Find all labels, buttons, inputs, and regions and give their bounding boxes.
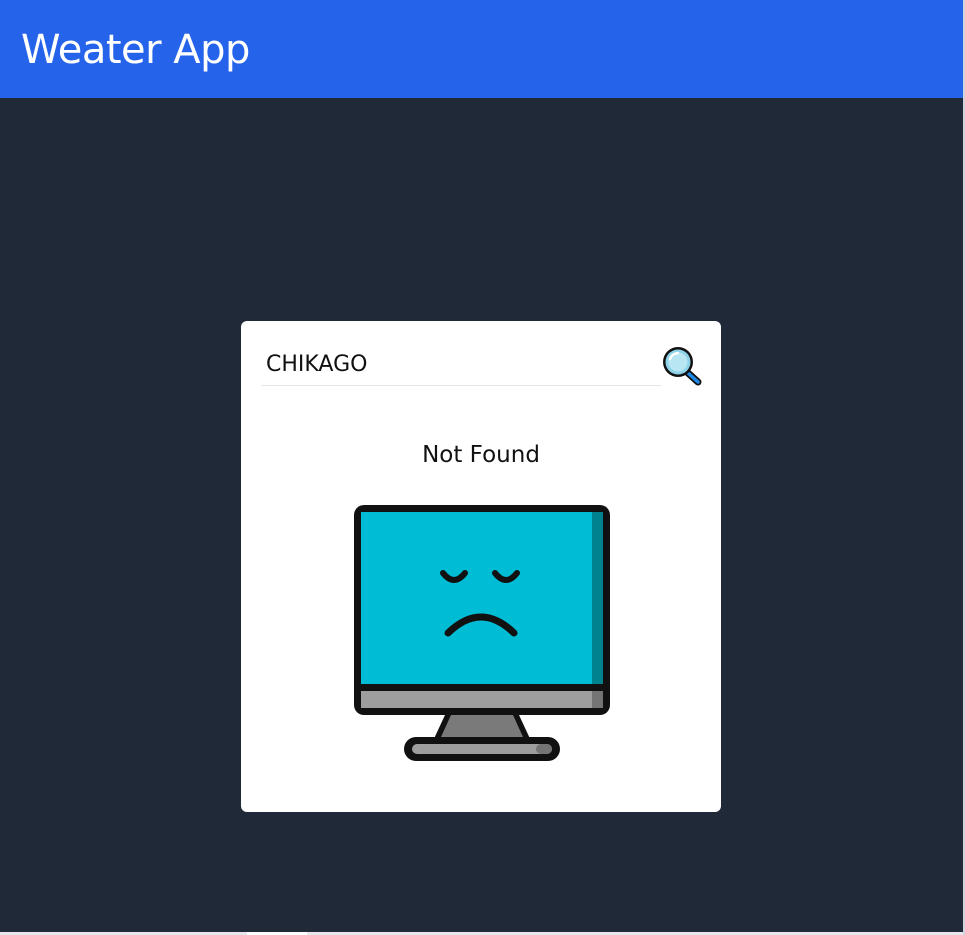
magnifier-icon [658, 343, 704, 387]
city-search-input[interactable] [261, 344, 661, 386]
not-found-message: Not Found [422, 442, 540, 468]
weather-card: Not Found [241, 321, 721, 812]
app-title: Weater App [21, 27, 250, 73]
search-button[interactable] [658, 343, 704, 387]
sad-computer-icon [350, 501, 614, 763]
app-header: Weater App [0, 0, 963, 98]
